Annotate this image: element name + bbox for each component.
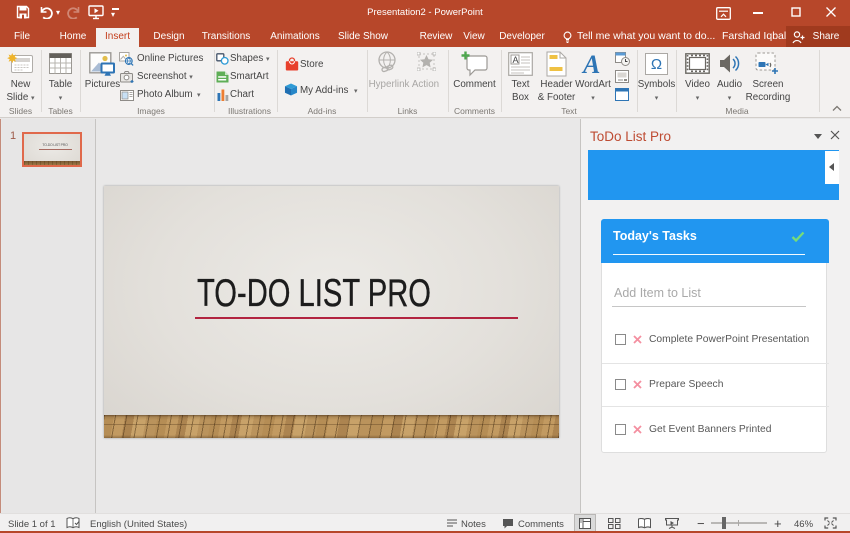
svg-text:A: A <box>513 55 519 65</box>
svg-text:A: A <box>581 51 600 77</box>
